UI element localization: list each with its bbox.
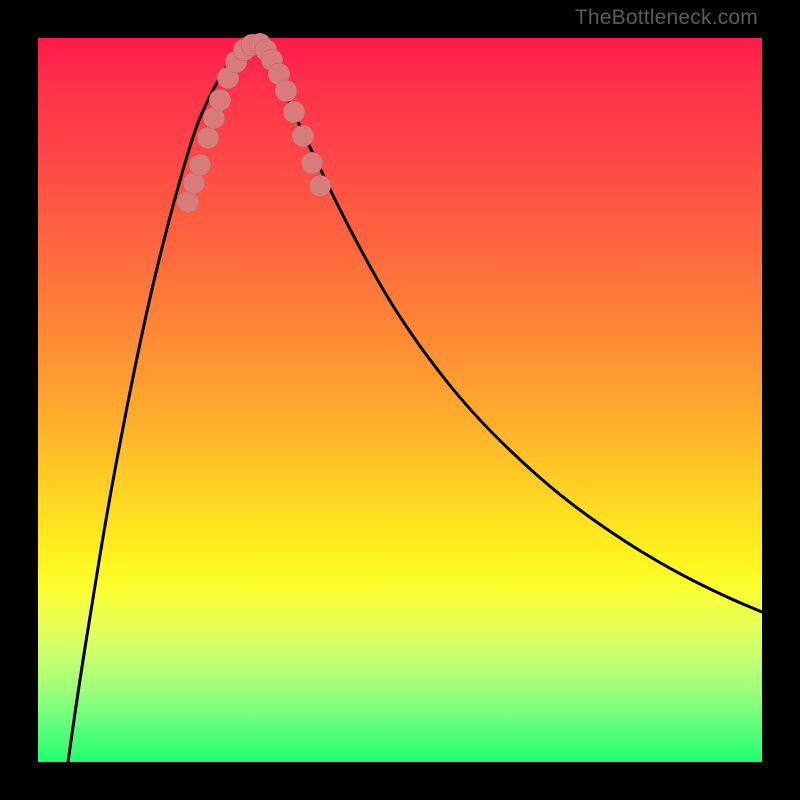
chart-svg: [38, 38, 762, 762]
scatter-dot: [197, 127, 219, 149]
curve-left-branch: [68, 42, 248, 762]
scatter-dot: [209, 89, 231, 111]
scatter-dot: [177, 191, 199, 213]
scatter-dot: [292, 125, 314, 147]
watermark-text: TheBottleneck.com: [575, 6, 758, 30]
scatter-dot: [189, 154, 211, 176]
scatter-dot: [309, 175, 331, 197]
scatter-dot: [283, 101, 305, 123]
chart-frame: TheBottleneck.com: [0, 0, 800, 800]
scatter-dot: [301, 152, 323, 174]
curve-right-branch: [248, 42, 762, 612]
scatter-dots-group: [177, 33, 331, 213]
scatter-dot: [275, 80, 297, 102]
